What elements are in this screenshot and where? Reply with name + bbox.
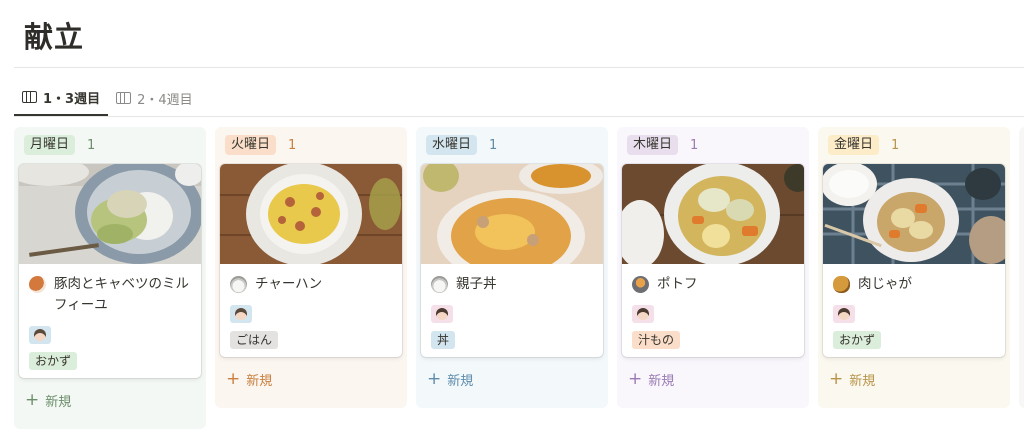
plus-icon: + [427,368,442,389]
category-tag: 汁もの [632,331,681,349]
tab-label: 2・4週目 [137,92,193,108]
person-tag [431,305,453,323]
girl-icon [637,308,649,320]
recipe-title: 豚肉とキャベツのミルフィーユ [29,274,191,316]
new-card-button[interactable]: + 新規 [421,365,603,393]
recipe-card[interactable]: 親子丼 丼 [421,164,603,357]
day-tag: 金曜日 [828,135,880,155]
recipe-photo [622,164,804,264]
day-tag: 月曜日 [24,135,76,155]
new-card-button[interactable]: + 新規 [19,386,201,414]
stew-pot-icon [632,276,649,293]
recipe-photo [220,164,402,264]
recipe-card[interactable]: 肉じゃが おかず [823,164,1005,357]
recipe-card[interactable]: チャーハン ごはん [220,164,402,357]
board-view-icon [22,91,37,103]
card-count: 1 [87,137,96,153]
rice-bowl-icon [230,276,247,293]
board-columns: 月曜日 1 豚肉とキャベツのミルフィーユ おかず + 新規 火曜日 1 チャーハ… [14,127,1024,429]
new-label: 新規 [246,373,273,389]
board-column-friday: 金曜日 1 肉じゃが おかず + 新規 [818,127,1010,408]
boy-icon [34,329,46,341]
divider [14,116,1024,117]
recipe-title: 肉じゃが [833,274,995,295]
new-card-button[interactable]: + 新規 [622,365,804,393]
person-tag [833,305,855,323]
column-header[interactable]: 金曜日 1 [823,133,1005,157]
card-count: 1 [489,137,498,153]
plus-icon: + [628,368,643,389]
boy-icon [235,308,247,320]
recipe-card[interactable]: 豚肉とキャベツのミルフィーユ おかず [19,164,201,378]
recipe-name: 親子丼 [456,276,497,292]
recipe-photo [421,164,603,264]
page-title: 献立 [24,20,85,54]
potato-icon [833,276,850,293]
category-tag: おかず [833,331,882,349]
recipe-card[interactable]: ポトフ 汁もの [622,164,804,357]
day-tag: 木曜日 [627,135,679,155]
day-tag: 水曜日 [426,135,478,155]
recipe-photo [823,164,1005,264]
divider [14,67,1024,68]
meat-on-bone-icon [29,276,46,293]
person-tag [29,326,51,344]
plus-icon: + [25,389,40,410]
column-header[interactable]: 火曜日 1 [220,133,402,157]
recipe-title: チャーハン [230,274,392,295]
card-count: 1 [891,137,900,153]
column-header[interactable]: 水曜日 1 [421,133,603,157]
recipe-name: 肉じゃが [858,276,912,292]
category-tag: ごはん [230,331,279,349]
person-tag [632,305,654,323]
column-header[interactable]: 木曜日 1 [622,133,804,157]
view-tabs: 1・3週目 2・4週目 [14,84,201,116]
category-tag: 丼 [431,331,456,349]
tab-label: 1・3週目 [43,91,101,107]
tab-week-1-3[interactable]: 1・3週目 [14,84,109,116]
new-card-button[interactable]: + 新規 [823,365,1005,393]
recipe-name: 豚肉とキャベツのミルフィーユ [54,276,189,313]
column-header[interactable]: 月曜日 1 [19,133,201,157]
new-label: 新規 [45,394,72,410]
recipe-title: 親子丼 [431,274,593,295]
tab-week-2-4[interactable]: 2・4週目 [108,84,201,112]
board-view-icon [116,92,132,104]
day-tag: 火曜日 [225,135,277,155]
girl-icon [838,308,850,320]
board-column-tuesday: 火曜日 1 チャーハン ごはん + 新規 [215,127,407,408]
plus-icon: + [226,368,241,389]
board-column-wednesday: 水曜日 1 親子丼 丼 + 新規 [416,127,608,408]
recipe-title: ポトフ [632,274,794,295]
board-page: 献立 1・3週目 2・4週目 月曜日 1 豚肉とキャベツのミルフィーユ おかず … [0,0,1024,445]
recipe-name: ポトフ [657,276,698,292]
board-column-thursday: 木曜日 1 ポトフ 汁もの + 新規 [617,127,809,408]
person-tag [230,305,252,323]
board-column-monday: 月曜日 1 豚肉とキャベツのミルフィーユ おかず + 新規 [14,127,206,429]
girl-icon [436,308,448,320]
category-tag: おかず [29,352,78,370]
new-label: 新規 [447,373,474,389]
recipe-name: チャーハン [255,276,323,292]
card-count: 1 [690,137,699,153]
plus-icon: + [829,368,844,389]
rice-bowl-icon [431,276,448,293]
new-card-button[interactable]: + 新規 [220,365,402,393]
card-count: 1 [288,137,297,153]
new-label: 新規 [849,373,876,389]
board-column-next [1019,127,1024,408]
new-label: 新規 [648,373,675,389]
recipe-photo [19,164,201,264]
